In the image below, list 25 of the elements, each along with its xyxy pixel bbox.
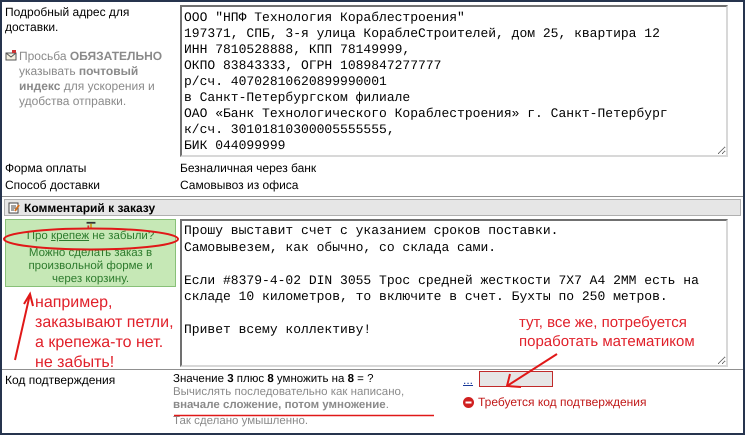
tools-icon xyxy=(84,221,96,229)
annotation-text: тут, все же, потребуется поработать математиком xyxy=(519,313,695,351)
notepad-icon xyxy=(8,202,20,214)
tip-link[interactable]: крепеж xyxy=(51,230,90,242)
address-field[interactable]: ООО "НПФ Технология Кораблестроения" 197371, СПБ, 3-я улица КораблеСтроителей, дом 25, квартира 12 ИНН 7810528888, КПП 78149999, ОКПО 83843333, ОГРН 1089847277777 р/сч. 40702810620899990001 в Санкт-Петербургском филиале ОАО «Банк Технологического Кораблестроения» г. Санкт-Петербург к/сч. 30101810300005555555, БИК 044099999 xyxy=(180,5,728,157)
field-label: Форма оплаты xyxy=(4,160,88,177)
captcha-field[interactable] xyxy=(479,371,554,387)
error-message: Требуется код подтверждения xyxy=(478,394,646,411)
field-value: Безналичная через банк xyxy=(180,160,318,177)
field-label: Подробный адрес для доставки. xyxy=(5,5,130,35)
field-label: Код подтверждения xyxy=(4,373,116,389)
arrow xyxy=(506,353,558,388)
captcha-question: Значение 3 плюс 8 умножить на 8 = ? xyxy=(173,373,374,386)
arrow xyxy=(14,291,34,360)
field-value: Самовывоз из офиса xyxy=(180,177,300,194)
hint-text: Так сделано умышленно. xyxy=(173,415,308,428)
envelope-icon xyxy=(5,50,17,62)
hint-text: Вычислять последовательно как написано, вначале сложение, потом умножение. xyxy=(173,386,406,412)
error-icon xyxy=(463,396,474,408)
field-label: Способ доставки xyxy=(4,177,101,194)
help-link[interactable]: ... xyxy=(463,373,474,387)
section-title: Комментарий к заказу xyxy=(24,200,156,216)
annotation-text: например, заказывают петли, а крепежа-то нет. не забыть! xyxy=(35,293,174,373)
tip-text: Можно сделать заказ в произвольной форме и через корзину. xyxy=(27,247,154,286)
hint-text: Просьба ОБЯЗАТЕЛЬНО указывать почтовый индекс для ускорения и удобства отправки. xyxy=(19,49,164,109)
